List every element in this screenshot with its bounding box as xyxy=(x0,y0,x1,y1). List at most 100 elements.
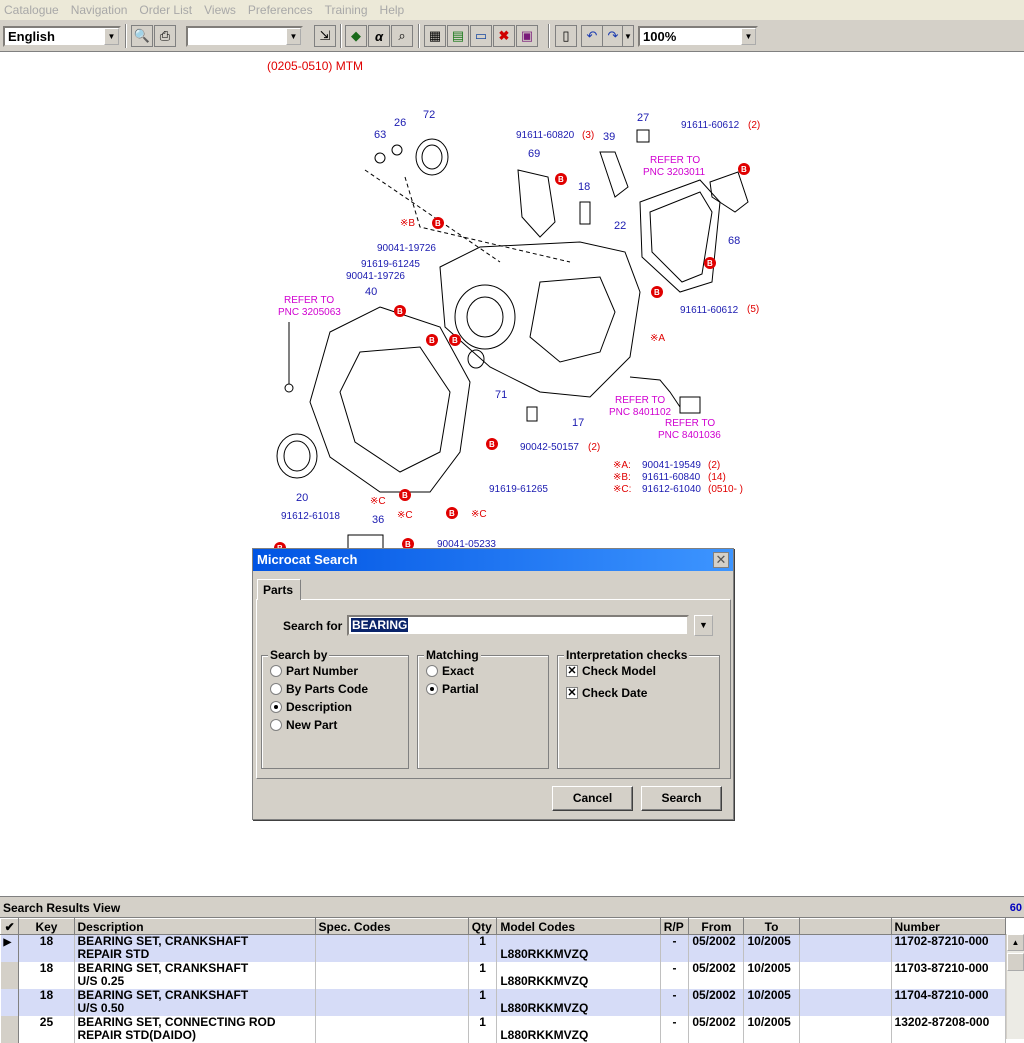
part-label[interactable]: 36 xyxy=(372,514,384,526)
part-label[interactable]: 72 xyxy=(423,109,435,121)
undo-icon[interactable]: ↶ xyxy=(581,25,603,47)
checkbox-check-date[interactable]: ✕ Check Date xyxy=(566,686,647,700)
radio-description[interactable]: Description xyxy=(270,700,352,714)
search-history-dropdown[interactable]: ▼ xyxy=(694,615,713,636)
row-selector[interactable] xyxy=(0,1015,20,1043)
column-header[interactable]: Number xyxy=(890,918,1007,935)
alpha-icon[interactable]: α xyxy=(368,25,390,47)
part-number-label[interactable]: 90042-50157 xyxy=(520,442,579,453)
part-label[interactable]: 69 xyxy=(528,148,540,160)
zoom-select[interactable]: 100% ▼ xyxy=(638,26,758,47)
radio-button-icon[interactable] xyxy=(270,683,282,695)
paint-icon[interactable]: ◆ xyxy=(345,25,367,47)
chevron-down-icon[interactable]: ▼ xyxy=(622,25,634,47)
part-number-label[interactable]: 90041-19726 xyxy=(377,243,436,254)
row-selector[interactable] xyxy=(0,961,20,989)
preview-icon[interactable]: 🔍 xyxy=(131,25,153,47)
chevron-down-icon[interactable]: ▼ xyxy=(286,28,301,45)
legend-number[interactable]: 91611-60840 xyxy=(642,472,700,483)
menu-item-navigation[interactable]: Navigation xyxy=(71,3,128,17)
part-number-label[interactable]: 91619-61245 xyxy=(361,259,420,270)
part-number-label[interactable]: 91612-61018 xyxy=(281,511,340,522)
menu-item-preferences[interactable]: Preferences xyxy=(248,3,313,17)
menu-item-training[interactable]: Training xyxy=(325,3,368,17)
print-icon[interactable]: ⎙ xyxy=(154,25,176,47)
refer-link[interactable]: REFER TO xyxy=(615,395,665,406)
checkbox-icon[interactable]: ✕ xyxy=(566,687,578,699)
row-selector[interactable]: ▶ xyxy=(0,934,20,962)
part-label[interactable]: 39 xyxy=(603,131,615,143)
refer-link[interactable]: PNC 8401102 xyxy=(609,407,671,418)
menu-item-help[interactable]: Help xyxy=(380,3,405,17)
part-label[interactable]: 27 xyxy=(637,112,649,124)
scroll-up-icon[interactable]: ▲ xyxy=(1007,934,1024,951)
part-label[interactable]: 18 xyxy=(578,181,590,193)
radio-button-icon[interactable] xyxy=(426,683,438,695)
results-scrollbar[interactable]: ▲ xyxy=(1006,934,1024,1039)
frame-icon[interactable]: ▦ xyxy=(424,25,446,47)
part-label[interactable]: 71 xyxy=(495,389,507,401)
monitor-icon[interactable]: ▭ xyxy=(470,25,492,47)
column-header[interactable]: Description xyxy=(73,918,316,935)
legend-number[interactable]: 90041-19549 xyxy=(642,460,701,471)
column-header[interactable]: Model Codes xyxy=(496,918,661,935)
part-label[interactable]: 20 xyxy=(296,492,308,504)
radio-button-icon[interactable] xyxy=(426,665,438,677)
select-icon[interactable]: ⇲ xyxy=(314,25,336,47)
part-number-label[interactable]: 91619-61265 xyxy=(489,484,548,495)
chevron-down-icon[interactable]: ▼ xyxy=(741,28,756,45)
table-row[interactable]: 25 BEARING SET, CONNECTING ROD REPAIR STD(… xyxy=(0,1015,1007,1043)
checkbox-icon[interactable]: ✕ xyxy=(566,665,578,677)
column-header[interactable]: Spec. Codes xyxy=(314,918,469,935)
refer-link[interactable]: PNC 3203011 xyxy=(643,167,705,178)
part-number-label[interactable]: 91611-60612 xyxy=(681,120,739,131)
radio-button-icon[interactable] xyxy=(270,665,282,677)
menu-item-catalogue[interactable]: Catalogue xyxy=(4,3,59,17)
column-header[interactable] xyxy=(798,918,892,935)
part-label[interactable]: 26 xyxy=(394,117,406,129)
chevron-down-icon[interactable]: ▼ xyxy=(104,28,119,45)
row-selector[interactable] xyxy=(0,988,20,1016)
book-icon[interactable]: ▤ xyxy=(447,25,469,47)
part-label[interactable]: 63 xyxy=(374,129,386,141)
search-button[interactable]: Search xyxy=(641,786,722,811)
tab-parts[interactable]: Parts xyxy=(257,579,301,600)
exploded-parts-diagram[interactable]: B B B B B B B B B B B B B xyxy=(0,52,1024,552)
radio-partial[interactable]: Partial xyxy=(426,682,479,696)
part-number-label[interactable]: 91611-60820 xyxy=(516,130,574,141)
column-header[interactable]: Key xyxy=(18,918,75,935)
legend-number[interactable]: 91612-61040 xyxy=(642,484,701,495)
dialog-titlebar[interactable]: Microcat Search ✕ xyxy=(253,549,733,571)
radio-button-icon[interactable] xyxy=(270,719,282,731)
refer-link[interactable]: PNC 8401036 xyxy=(658,430,721,441)
part-label[interactable]: 22 xyxy=(614,220,626,232)
refer-link[interactable]: REFER TO xyxy=(284,295,334,306)
close-icon[interactable]: ✕ xyxy=(713,552,729,568)
view-select[interactable]: ▼ xyxy=(186,26,303,47)
select-all-checkbox[interactable]: ✔ xyxy=(0,918,20,935)
checkbox-check-model[interactable]: ✕ Check Model xyxy=(566,664,656,678)
column-header[interactable]: From xyxy=(688,918,745,935)
scroll-thumb[interactable] xyxy=(1007,953,1024,971)
part-label[interactable]: 40 xyxy=(365,286,377,298)
table-row[interactable]: 18 BEARING SET, CRANKSHAFT U/S 0.50 1 L880RK… xyxy=(0,988,1007,1016)
radio-new-part[interactable]: New Part xyxy=(270,718,337,732)
note-icon[interactable]: ▯ xyxy=(555,25,577,47)
language-select[interactable]: English ▼ xyxy=(3,26,121,47)
manual-icon[interactable]: ▣ xyxy=(516,25,538,47)
part-label[interactable]: 68 xyxy=(728,235,740,247)
find-icon[interactable]: ⌕ xyxy=(391,25,413,47)
radio-part-number[interactable]: Part Number xyxy=(270,664,358,678)
refer-link[interactable]: REFER TO xyxy=(665,418,715,429)
radio-exact[interactable]: Exact xyxy=(426,664,474,678)
redo-icon[interactable]: ↷ xyxy=(602,25,624,47)
close-red-icon[interactable]: ✖ xyxy=(493,25,515,47)
radio-button-icon[interactable] xyxy=(270,701,282,713)
column-header[interactable]: R/P xyxy=(659,918,690,935)
part-number-label[interactable]: 90041-19726 xyxy=(346,271,405,282)
table-row[interactable]: ▶ 18 BEARING SET, CRANKSHAFT REPAIR STD 1 L88… xyxy=(0,934,1007,962)
refer-link[interactable]: REFER TO xyxy=(650,155,700,166)
refer-link[interactable]: PNC 3205063 xyxy=(278,307,341,318)
column-header[interactable]: To xyxy=(743,918,800,935)
table-row[interactable]: 18 BEARING SET, CRANKSHAFT U/S 0.25 1 L880RK… xyxy=(0,961,1007,989)
